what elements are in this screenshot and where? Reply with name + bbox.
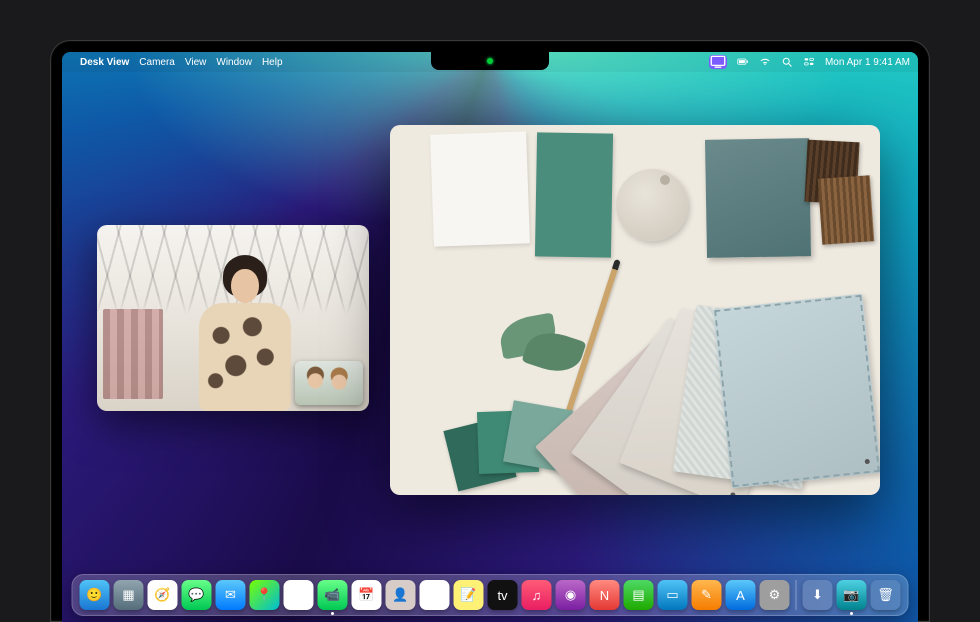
control-center-icon[interactable]: [803, 56, 815, 68]
dock-app-finder[interactable]: 🙂: [80, 580, 110, 610]
wifi-icon[interactable]: [759, 56, 771, 68]
dock-app-downloads[interactable]: ⬇︎: [803, 580, 833, 610]
dock-app-notes[interactable]: 📝: [454, 580, 484, 610]
dock-divider: [796, 580, 797, 610]
dock-app-mail[interactable]: ✉︎: [216, 580, 246, 610]
menubar-clock[interactable]: Mon Apr 1 9:41 AM: [825, 57, 910, 68]
dock-app-deskview-app[interactable]: 📷: [837, 580, 867, 610]
dock-app-keynote[interactable]: ▭: [658, 580, 688, 610]
laptop-frame: Desk View Camera View Window Help: [50, 40, 930, 622]
swatch-slate-tile: [705, 138, 811, 258]
dock-app-launchpad[interactable]: ▦: [114, 580, 144, 610]
dock-app-tv[interactable]: tv: [488, 580, 518, 610]
menu-help[interactable]: Help: [262, 57, 283, 68]
dock-app-podcasts[interactable]: ◉: [556, 580, 586, 610]
dock-app-messages[interactable]: 💬: [182, 580, 212, 610]
battery-icon[interactable]: [737, 56, 749, 68]
dock-app-settings[interactable]: ⚙︎: [760, 580, 790, 610]
screenshare-icon[interactable]: [709, 55, 727, 69]
menu-view[interactable]: View: [185, 57, 207, 68]
swatch-wood-light: [818, 175, 874, 244]
dock-app-photos[interactable]: ✿: [284, 580, 314, 610]
dock-app-reminders[interactable]: ☑︎: [420, 580, 450, 610]
dock-app-music[interactable]: ♫: [522, 580, 552, 610]
background-clothing-rack: [103, 309, 163, 399]
app-menu[interactable]: Desk View: [80, 57, 129, 68]
facetime-window[interactable]: [97, 225, 369, 411]
swatch-stone-disc: [616, 169, 688, 241]
menu-camera[interactable]: Camera: [139, 57, 175, 68]
dock-app-news[interactable]: N: [590, 580, 620, 610]
desk-view-window[interactable]: [390, 125, 880, 495]
presenter-video: [189, 255, 299, 411]
dock-app-maps[interactable]: 📍: [250, 580, 280, 610]
swatch-white-card: [430, 131, 530, 246]
dock-app-safari[interactable]: 🧭: [148, 580, 178, 610]
dock-app-pages[interactable]: ✎: [692, 580, 722, 610]
dock-app-numbers[interactable]: ▤: [624, 580, 654, 610]
dock-app-trash[interactable]: 🗑: [871, 580, 901, 610]
dock-app-facetime[interactable]: 📹: [318, 580, 348, 610]
menu-window[interactable]: Window: [216, 57, 252, 68]
search-icon[interactable]: [781, 56, 793, 68]
dock: 🙂▦🧭💬✉︎📍✿📹📅👤☑︎📝tv♫◉N▤▭✎A⚙︎ ⬇︎📷🗑: [72, 574, 909, 616]
dock-app-calendar[interactable]: 📅: [352, 580, 382, 610]
swatch-teal-card: [535, 132, 613, 257]
dock-app-appstore[interactable]: A: [726, 580, 756, 610]
desktop: Desk View Camera View Window Help: [62, 52, 918, 622]
dock-app-contacts[interactable]: 👤: [386, 580, 416, 610]
notch-camera: [431, 52, 549, 70]
participant-thumbnail[interactable]: [295, 361, 363, 405]
